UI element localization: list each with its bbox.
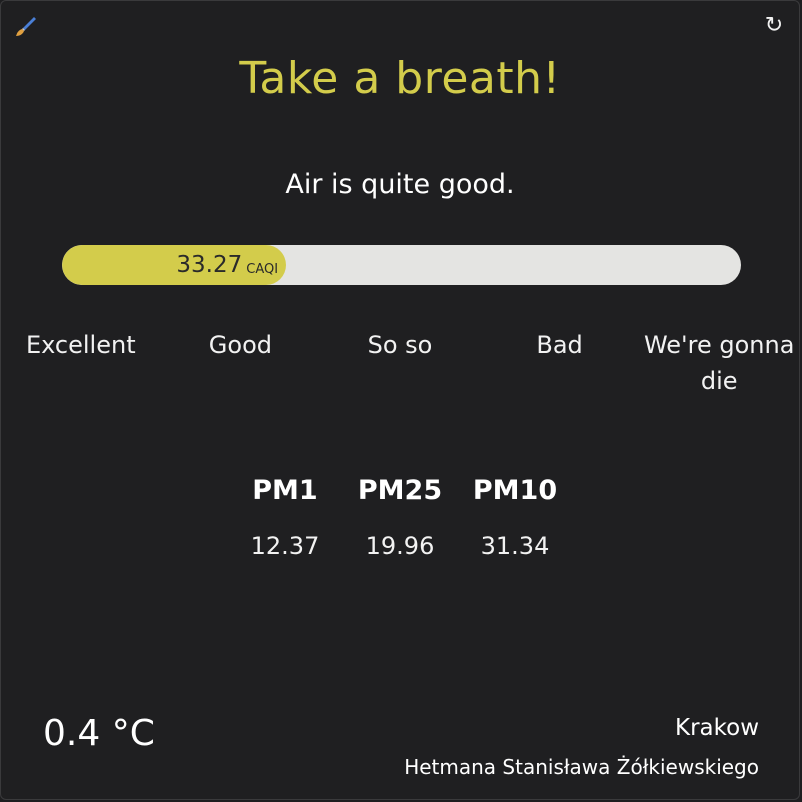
air-status-text: Air is quite good. [285, 169, 515, 200]
air-quality-scale: Excellent Good So so Bad We're gonna die [1, 327, 799, 399]
paintbrush-icon[interactable] [13, 15, 37, 39]
scale-item-so-so: So so [367, 331, 433, 359]
scale-item-gonna-die: We're gonna die [643, 331, 795, 395]
caqi-gauge-fill: 33.27 CAQI [62, 245, 287, 285]
location-city: Krakow [674, 715, 759, 741]
scale-item-excellent: Excellent [25, 331, 136, 359]
pm-readings: PM1 12.37 PM25 19.96 PM10 31.34 [1, 475, 799, 560]
pm-value: 19.96 [365, 532, 435, 560]
pm-column: PM25 19.96 [343, 475, 458, 560]
pm-value: 31.34 [480, 532, 550, 560]
scale-item-good: Good [208, 331, 272, 359]
page-title: Take a breath! [239, 53, 561, 104]
pm-value: 12.37 [250, 532, 320, 560]
caqi-gauge: 33.27 CAQI [62, 245, 741, 285]
widget-window: ↻ Take a breath! Air is quite good. 33.2… [0, 0, 800, 800]
pm-name: PM10 [472, 475, 558, 506]
pm-column: PM1 12.37 [228, 475, 343, 560]
scale-item-bad: Bad [536, 331, 583, 359]
caqi-value: 33.27 [176, 252, 243, 278]
refresh-icon[interactable]: ↻ [763, 15, 785, 37]
pm-column: PM10 31.34 [458, 475, 573, 560]
temperature: 0.4 °C [43, 713, 155, 754]
pm-name: PM25 [357, 475, 443, 506]
caqi-unit: CAQI [246, 261, 279, 277]
location-street: Hetmana Stanisława Żółkiewskiego [404, 755, 759, 779]
caqi-gauge-label: 33.27 CAQI [176, 245, 278, 285]
pm-name: PM1 [252, 475, 318, 506]
